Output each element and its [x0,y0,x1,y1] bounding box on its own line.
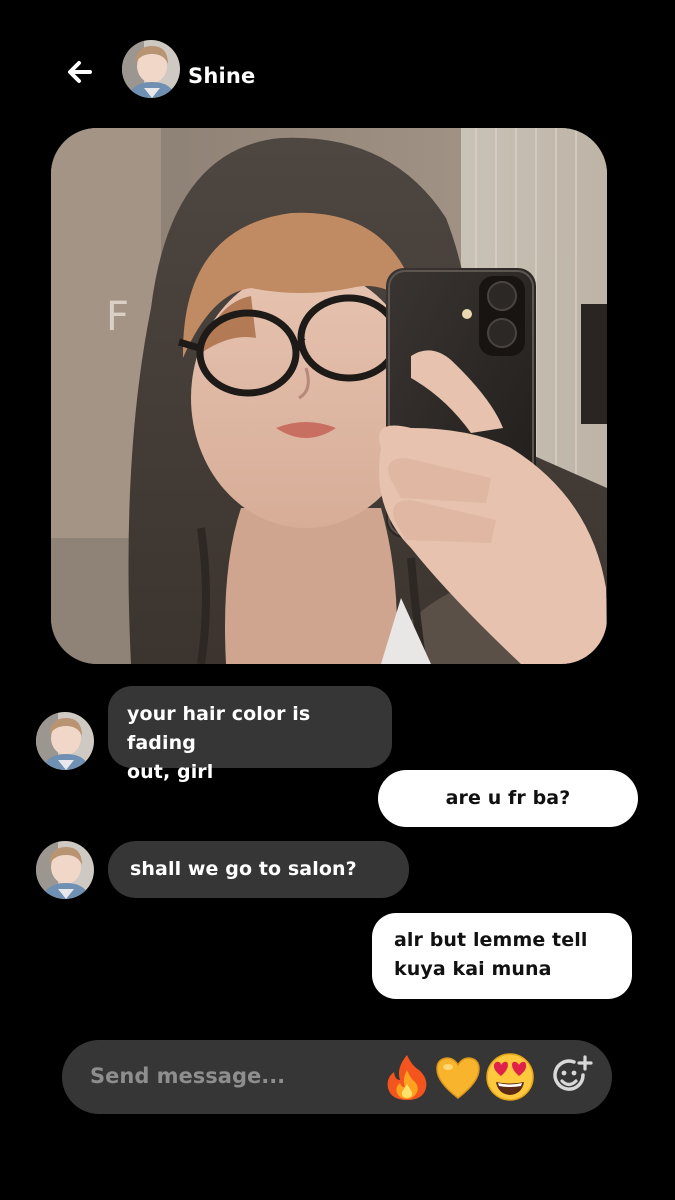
message-line: alr but lemme tell [394,929,588,951]
contact-name[interactable]: Shine [188,64,255,88]
message-input[interactable]: Send message... [90,1064,350,1088]
photo-message[interactable]: F MENT [51,128,607,664]
mirror-selfie-photo: F MENT [51,128,607,664]
back-button[interactable] [62,56,98,88]
message-line: out, girl [127,761,214,783]
avatar-image [122,40,180,98]
message-bubble-outgoing[interactable]: alr but lemme tell kuya kai muna [372,913,632,999]
avatar-image [36,712,94,770]
message-composer: Send message... [62,1040,612,1114]
message-bubble-incoming[interactable]: your hair color is fading out, girl [108,686,392,783]
heart-reaction-button[interactable] [433,1052,483,1102]
avatar-image [36,841,94,899]
contact-avatar-small[interactable] [36,712,94,770]
contact-avatar[interactable] [122,40,180,98]
heart-eyes-emoji-icon [486,1053,534,1101]
smiley-plus-icon [553,1055,593,1091]
heart-eyes-reaction-button[interactable] [485,1052,535,1102]
svg-text:F: F [106,294,129,340]
message-text: shall we go to salon? [130,858,357,880]
message-text: are u fr ba? [445,787,571,809]
yellow-heart-icon [436,1057,480,1099]
fire-reaction-button[interactable] [382,1052,432,1102]
contact-avatar-small[interactable] [36,841,94,899]
message-bubble-incoming[interactable]: shall we go to salon? [108,841,409,898]
message-bubble-outgoing[interactable]: are u fr ba? [378,770,638,827]
arrow-left-icon [68,61,92,83]
message-line: your hair color is fading [127,703,311,754]
sticker-button[interactable] [549,1054,595,1100]
message-line: kuya kai muna [394,958,552,980]
fire-emoji-icon [387,1055,427,1100]
